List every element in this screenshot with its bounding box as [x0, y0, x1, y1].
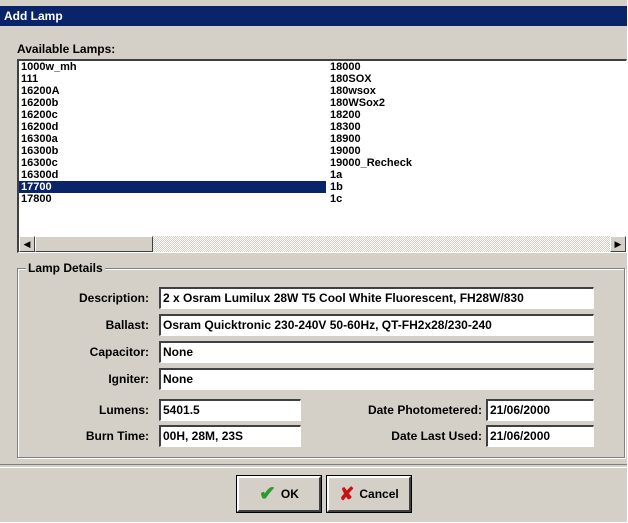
window-title: Add Lamp [0, 6, 627, 26]
description-field[interactable]: 2 x Osram Lumilux 28W T5 Cool White Fluo… [159, 287, 594, 309]
lamp-list-item[interactable]: 16200d [19, 121, 326, 133]
lamp-list-item[interactable]: 180wsox [328, 85, 626, 97]
horizontal-scrollbar[interactable]: ◀ ▶ [19, 236, 626, 252]
ok-button-label: OK [280, 487, 299, 501]
burn-time-label: Burn Time: [85, 429, 149, 443]
lamp-list-item[interactable]: 1c [328, 193, 626, 205]
igniter-label: Igniter: [108, 372, 149, 386]
available-lamps-list[interactable]: 1000w_mh 111 16200A 16200b 16200c 16200d 16300… [17, 59, 627, 253]
lamp-list-item[interactable]: 1b [328, 181, 626, 193]
ballast-label: Ballast: [105, 318, 149, 332]
lamp-list-item[interactable]: 18000 [328, 61, 626, 73]
arrow-right-icon: ▶ [614, 239, 622, 249]
lamp-list-item[interactable]: 17700 [19, 181, 326, 193]
lamp-list-item[interactable]: 16200c [19, 109, 326, 121]
cancel-button-label: Cancel [359, 487, 399, 501]
lamp-list-item[interactable]: 16200A [19, 85, 326, 97]
lamp-list-item[interactable]: 1a [328, 169, 626, 181]
checkmark-icon: ✔ [259, 483, 276, 505]
burn-time-field[interactable]: 00H, 28M, 23S [159, 425, 301, 447]
cancel-button[interactable]: ✘ Cancel [327, 476, 411, 512]
scrollbar-thumb[interactable] [35, 236, 153, 252]
lamp-list-item[interactable]: 16200b [19, 97, 326, 109]
lamp-list-item[interactable]: 16300a [19, 133, 326, 145]
lamp-list-item[interactable]: 111 [19, 73, 326, 85]
lamp-list-item[interactable]: 18300 [328, 121, 626, 133]
lamp-list-item[interactable]: 18200 [328, 109, 626, 121]
capacitor-label: Capacitor: [89, 345, 149, 359]
scroll-left-button[interactable]: ◀ [19, 236, 35, 252]
lumens-label: Lumens: [98, 403, 149, 417]
date-last-used-field[interactable]: 21/06/2000 [486, 425, 594, 447]
description-label: Description: [78, 291, 149, 305]
available-lamps-label: Available Lamps: [17, 42, 116, 56]
lamp-list-column-1: 1000w_mh 111 16200A 16200b 16200c 16200d 16300… [19, 61, 326, 205]
lamp-list-item[interactable]: 19000_Recheck [328, 157, 626, 169]
lamp-list-item[interactable]: 1000w_mh [19, 61, 326, 73]
igniter-field[interactable]: None [159, 368, 594, 390]
capacitor-field[interactable]: None [159, 341, 594, 363]
lamp-details-legend: Lamp Details [26, 261, 105, 275]
ok-button[interactable]: ✔ OK [237, 476, 321, 512]
add-lamp-dialog: Add Lamp Available Lamps: 1000w_mh 111 162… [0, 0, 627, 522]
lumens-field[interactable]: 5401.5 [159, 399, 301, 421]
date-photometered-label: Date Photometered: [367, 403, 482, 417]
lamp-list-item[interactable]: 18900 [328, 133, 626, 145]
lamp-list-item[interactable]: 16300c [19, 157, 326, 169]
separator [0, 464, 627, 468]
scroll-right-button[interactable]: ▶ [610, 236, 626, 252]
lamp-list-item[interactable]: 17800 [19, 193, 326, 205]
date-photometered-field[interactable]: 21/06/2000 [486, 399, 594, 421]
lamp-list-item[interactable]: 180WSox2 [328, 97, 626, 109]
lamp-list-item[interactable]: 16300b [19, 145, 326, 157]
ballast-field[interactable]: Osram Quicktronic 230-240V 50-60Hz, QT-F… [159, 314, 594, 336]
x-icon: ✘ [339, 484, 355, 504]
lamp-list-item[interactable]: 19000 [328, 145, 626, 157]
lamp-list-item[interactable]: 16300d [19, 169, 326, 181]
lamp-list-column-2: 18000 180SOX 180wsox 180WSox2 18200 18300 1890… [328, 61, 626, 205]
date-last-used-label: Date Last Used: [391, 429, 482, 443]
arrow-left-icon: ◀ [23, 239, 31, 249]
lamp-list-item[interactable]: 180SOX [328, 73, 626, 85]
